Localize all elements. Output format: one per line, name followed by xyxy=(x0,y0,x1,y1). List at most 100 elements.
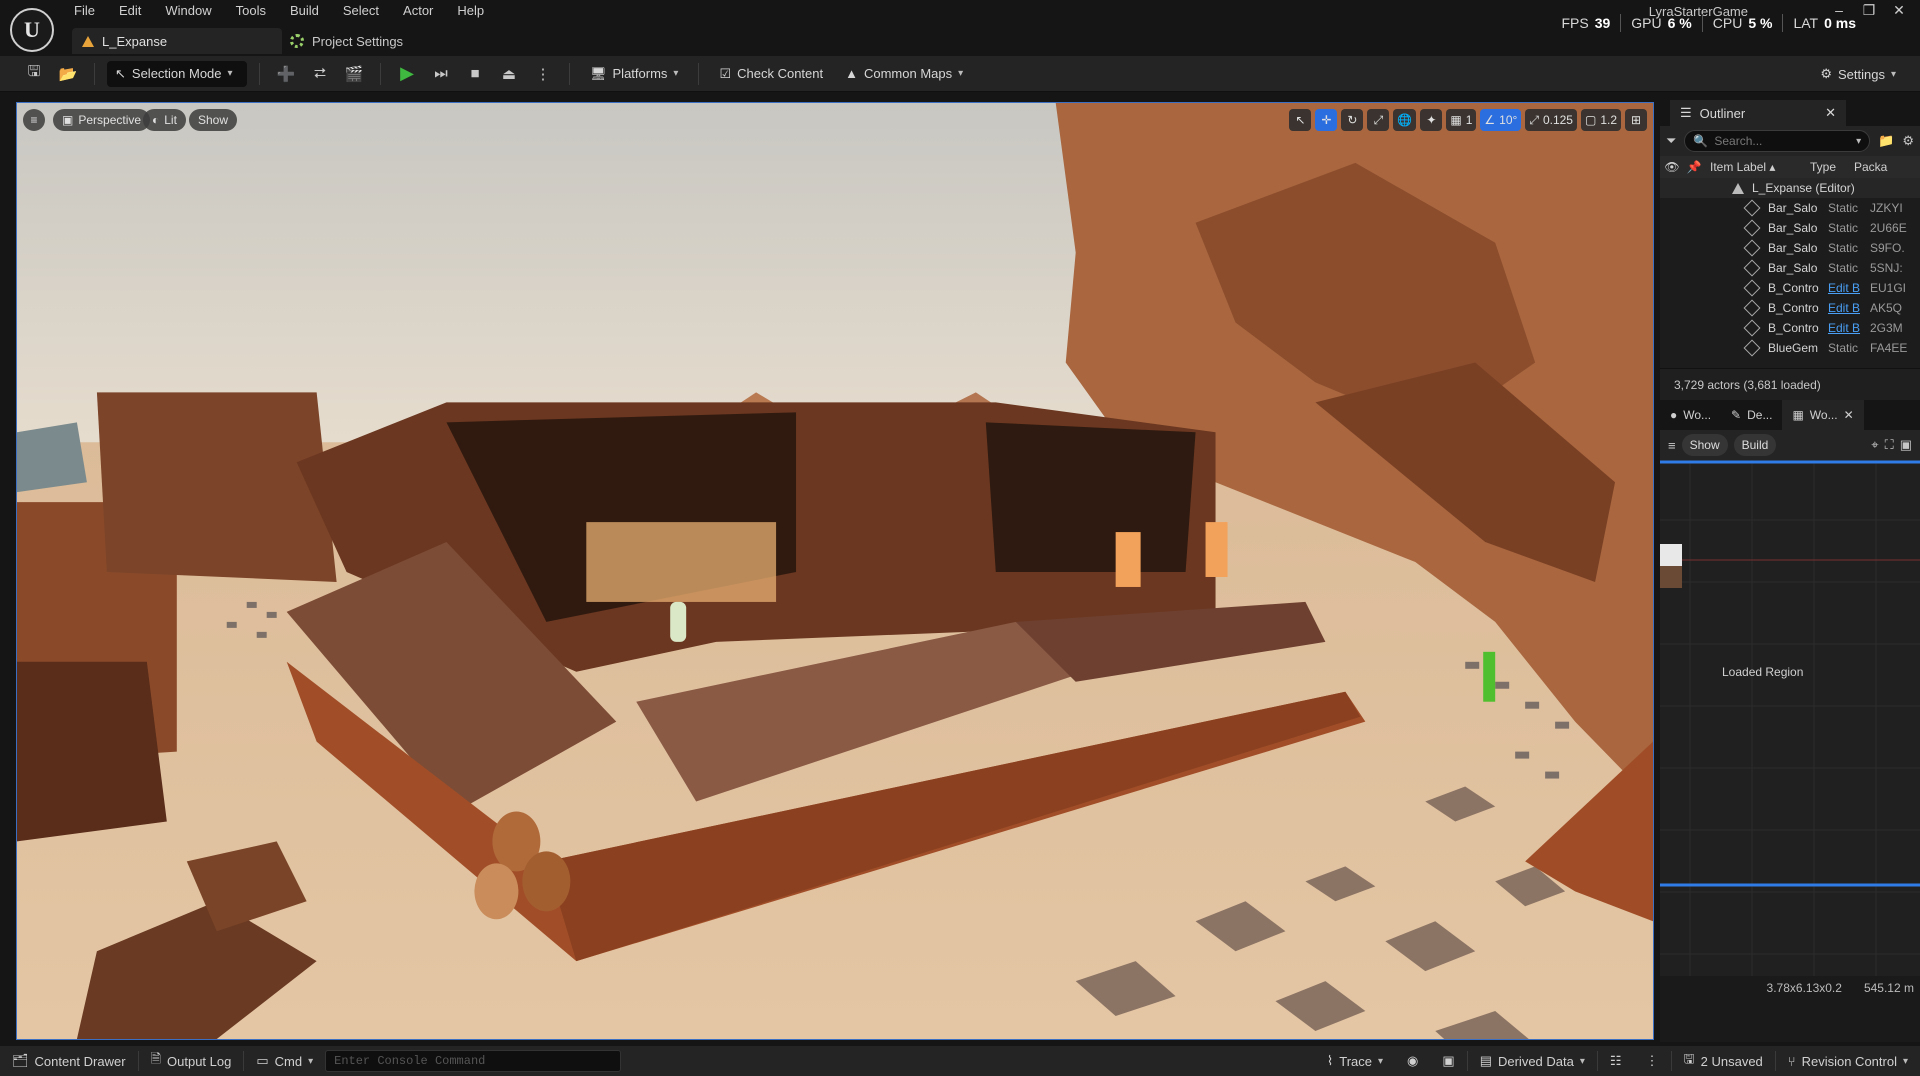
eject-icon[interactable]: ⏏ xyxy=(495,61,523,87)
play-icon[interactable]: ▶ xyxy=(393,61,421,87)
perspective-button[interactable]: ▣ Perspective xyxy=(53,109,151,131)
outliner-row[interactable]: B_Contro Edit B AK5Q xyxy=(1660,298,1920,318)
scale-tool-icon[interactable]: ⤢ xyxy=(1367,109,1390,131)
outliner-tab[interactable]: ☰ Outliner ✕ xyxy=(1670,100,1846,126)
menu-edit[interactable]: Edit xyxy=(107,0,153,22)
outliner-row[interactable]: B_Contro Edit B EU1GI xyxy=(1660,278,1920,298)
tab-details[interactable]: ✎ De... xyxy=(1721,400,1782,430)
stop-icon[interactable]: ■ xyxy=(461,61,489,87)
screenshot-icon[interactable]: ▣ xyxy=(1900,437,1912,453)
derived-data-dropdown[interactable]: ▤ Derived Data ▾ xyxy=(1468,1046,1597,1076)
cmd-dropdown[interactable]: ▭ Cmd ▾ xyxy=(244,1046,325,1076)
console-command-input[interactable]: Enter Console Command xyxy=(325,1050,622,1072)
common-maps-dropdown[interactable]: ▲ Common Maps ▾ xyxy=(837,61,971,87)
world-partition-map[interactable]: Loaded Region 3.78x6.13x0.2 545.12 m xyxy=(1660,460,1920,1000)
menu-actor[interactable]: Actor xyxy=(391,0,445,22)
column-package[interactable]: Packa xyxy=(1854,160,1900,174)
platforms-dropdown[interactable]: 🖥 Platforms ▾ xyxy=(582,61,686,87)
column-item-label[interactable]: Item Label ▴ xyxy=(1704,160,1810,174)
gear-icon[interactable]: ⚙ xyxy=(1902,133,1914,149)
grid-snap-button[interactable]: ▦ 1 xyxy=(1446,109,1477,131)
add-actor-icon[interactable]: ➕ xyxy=(272,61,300,87)
scale-snap-button[interactable]: ⤢ 0.125 xyxy=(1525,109,1577,131)
level-document-tab[interactable]: L_Expanse xyxy=(72,28,282,54)
scene-render[interactable] xyxy=(17,103,1653,1039)
show-button[interactable]: Show xyxy=(189,109,238,131)
unreal-logo-icon[interactable]: U xyxy=(10,8,54,52)
tab-world-partition[interactable]: ▦ Wo... ✕ xyxy=(1782,400,1864,430)
selection-mode-dropdown[interactable]: ↖ Selection Mode ▾ xyxy=(107,60,247,87)
trace-dropdown[interactable]: ⌇ Trace ▾ xyxy=(1315,1046,1395,1076)
viewport-menu-button[interactable]: ≡ xyxy=(23,109,45,131)
outliner-row[interactable]: Bar_Salo Static S9FO. xyxy=(1660,238,1920,258)
row-type: Static xyxy=(1828,241,1859,255)
revision-control-dropdown[interactable]: ⑂ Revision Control ▾ xyxy=(1776,1046,1920,1076)
outliner-row[interactable]: Bar_Salo Static JZKYI xyxy=(1660,198,1920,218)
cinematics-icon[interactable]: 🎬 xyxy=(340,61,368,87)
more-options-icon[interactable]: ⋮ xyxy=(529,61,557,87)
row-label: Bar_Salo xyxy=(1768,221,1818,235)
project-settings-tab[interactable]: Project Settings xyxy=(290,28,403,54)
focus-selection-icon[interactable]: ⌖ xyxy=(1871,437,1878,453)
lit-button[interactable]: ◐ Lit xyxy=(143,109,186,131)
menu-window[interactable]: Window xyxy=(153,0,223,22)
unsaved-button[interactable]: 🖫 2 Unsaved xyxy=(1672,1046,1775,1076)
close-window-button[interactable]: ✕ xyxy=(1884,0,1914,20)
minimize-button[interactable]: – xyxy=(1824,0,1854,20)
blueprints-icon[interactable]: ⮂ xyxy=(306,61,334,87)
outliner-row[interactable]: Bar_Salo Static 2U66E xyxy=(1660,218,1920,238)
filter-icon[interactable]: ⏷ xyxy=(1666,133,1676,149)
visibility-icon[interactable]: 👁 xyxy=(1660,160,1684,174)
menu-tools[interactable]: Tools xyxy=(224,0,278,22)
menu-build[interactable]: Build xyxy=(278,0,331,22)
snapshot-icon[interactable]: ▣ xyxy=(1430,1046,1466,1076)
output-log-button[interactable]: 🗎 Output Log xyxy=(139,1046,244,1076)
angle-snap-button[interactable]: ∠ 10° xyxy=(1480,109,1522,131)
status-bar: 🗂 Content Drawer 🗎 Output Log ▭ Cmd ▾ En… xyxy=(0,1046,1920,1076)
add-folder-icon[interactable]: 📁 xyxy=(1878,133,1894,149)
wp-build-button[interactable]: Build xyxy=(1733,434,1777,456)
surface-snap-icon[interactable]: ✦ xyxy=(1420,109,1443,131)
row-type[interactable]: Edit B xyxy=(1828,281,1870,295)
tab-world-settings[interactable]: ● Wo... xyxy=(1660,400,1721,430)
record-icon[interactable]: ◉ xyxy=(1395,1046,1430,1076)
source-control-icon[interactable]: ☷ xyxy=(1598,1046,1634,1076)
tree-root-row[interactable]: L_Expanse (Editor) xyxy=(1660,178,1920,198)
select-tool-icon[interactable]: ↖ xyxy=(1289,109,1312,131)
close-icon[interactable]: ✕ xyxy=(1825,105,1836,121)
more-options-icon[interactable]: ⋮ xyxy=(1634,1046,1671,1076)
wp-grid[interactable] xyxy=(1660,460,1920,1000)
close-icon[interactable]: ✕ xyxy=(1844,408,1854,422)
wp-show-button[interactable]: Show xyxy=(1681,434,1728,456)
outliner-search-input[interactable]: 🔍 Search... ▾ xyxy=(1684,130,1871,152)
menu-select[interactable]: Select xyxy=(331,0,391,22)
outliner-tree: L_Expanse (Editor) Bar_Salo Static JZKYI Ba… xyxy=(1660,178,1920,368)
menu-help[interactable]: Help xyxy=(445,0,496,22)
row-type[interactable]: Edit B xyxy=(1828,321,1870,335)
viewport-layout-icon[interactable]: ⊞ xyxy=(1625,109,1647,131)
rotate-tool-icon[interactable]: ↻ xyxy=(1341,109,1364,131)
divider xyxy=(1782,14,1784,32)
browse-content-icon[interactable]: 📂 xyxy=(54,61,82,87)
restore-button[interactable]: ❐ xyxy=(1854,0,1884,20)
menu-file[interactable]: File xyxy=(62,0,107,22)
content-drawer-button[interactable]: 🗂 Content Drawer xyxy=(0,1046,138,1076)
hamburger-icon[interactable]: ≡ xyxy=(1668,438,1676,453)
translate-tool-icon[interactable]: ✛ xyxy=(1315,109,1338,131)
performance-stats: FPS 39 GPU 6 % CPU 5 % LAT 0 ms xyxy=(1561,14,1856,32)
save-icon[interactable]: 🖫 xyxy=(20,61,48,87)
settings-dropdown[interactable]: ⚙ Settings ▾ xyxy=(1812,61,1904,87)
row-type[interactable]: Edit B xyxy=(1828,301,1870,315)
level-viewport[interactable]: ≡ ▣ Perspective ◐ Lit Show ↖ ✛ ↻ ⤢ 🌐 ✦ ▦… xyxy=(16,102,1654,1040)
check-content-button[interactable]: ☑ Check Content xyxy=(711,61,831,87)
camera-speed-button[interactable]: ▢ 1.2 xyxy=(1580,109,1621,131)
zoom-extents-icon[interactable]: ⛶ xyxy=(1885,437,1894,453)
outliner-row[interactable]: Bar_Salo Static 5SNJ: xyxy=(1660,258,1920,278)
pin-icon[interactable]: 📌 xyxy=(1684,160,1704,174)
outliner-row[interactable]: B_Contro Edit B 2G3M xyxy=(1660,318,1920,338)
chevron-down-icon: ▾ xyxy=(1579,1055,1585,1067)
outliner-row[interactable]: BlueGem Static FA4EE xyxy=(1660,338,1920,358)
world-space-icon[interactable]: 🌐 xyxy=(1393,109,1417,131)
step-icon[interactable]: ⏭ xyxy=(427,61,455,87)
column-type[interactable]: Type xyxy=(1810,160,1854,174)
